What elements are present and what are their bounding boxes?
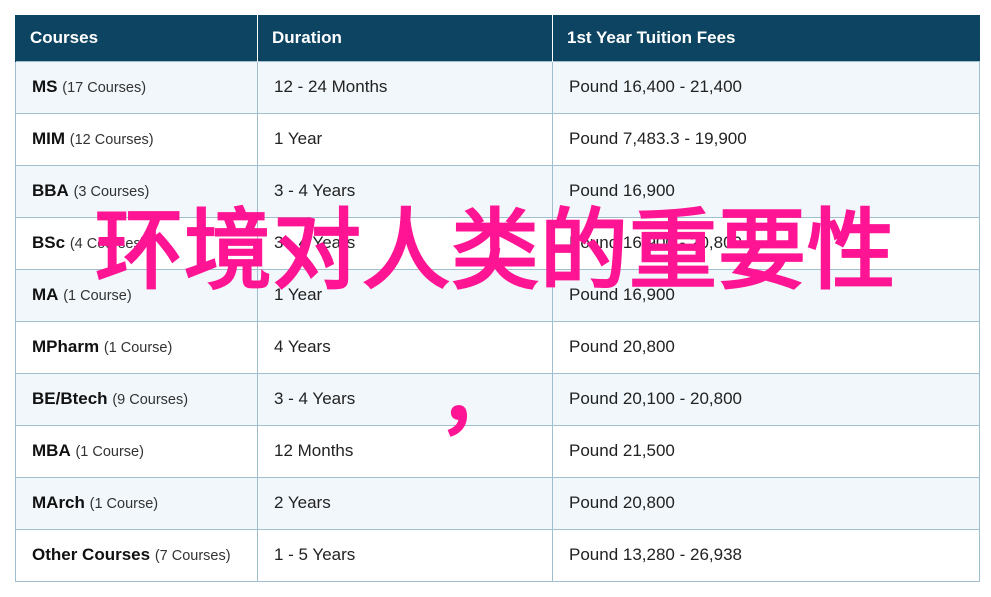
header-duration: Duration (257, 15, 553, 61)
table-row: MBA (1 Course) 12 Months Pound 21,500 (15, 424, 980, 478)
course-name: BE/Btech (32, 389, 108, 408)
course-cell: MPharm (1 Course) (15, 320, 258, 374)
duration-cell: 1 Year (257, 268, 553, 322)
course-count: (12 Courses) (69, 132, 154, 148)
page: Courses Duration 1st Year Tuition Fees M… (0, 0, 991, 597)
course-count: (1 Course) (103, 340, 173, 356)
fees-cell: Pound 16,900 - 20,800 (552, 216, 980, 270)
header-courses: Courses (15, 15, 258, 61)
course-count: (9 Courses) (112, 392, 189, 408)
header-fees: 1st Year Tuition Fees (552, 15, 980, 61)
course-count: (4 Courses) (69, 236, 146, 252)
course-count: (1 Course) (63, 288, 132, 304)
fees-cell: Pound 13,280 - 26,938 (552, 528, 980, 582)
table-row: MS (17 Courses) 12 - 24 Months Pound 16,… (15, 60, 980, 114)
duration-cell: 12 Months (257, 424, 553, 478)
fees-cell: Pound 20,800 (552, 476, 980, 530)
fees-cell: Pound 16,400 - 21,400 (552, 60, 980, 114)
course-cell: MA (1 Course) (15, 268, 258, 322)
course-cell: BE/Btech (9 Courses) (15, 372, 258, 426)
fees-cell: Pound 7,483.3 - 19,900 (552, 112, 980, 166)
course-count: (17 Courses) (62, 80, 147, 96)
duration-cell: 2 Years (257, 476, 553, 530)
course-cell: BSc (4 Courses) (15, 216, 258, 270)
course-name: MS (32, 77, 58, 96)
course-count: (1 Course) (75, 444, 144, 460)
duration-cell: 1 Year (257, 112, 553, 166)
duration-cell: 1 - 5 Years (257, 528, 553, 582)
course-count: (1 Course) (89, 496, 159, 512)
course-cell: Other Courses (7 Courses) (15, 528, 258, 582)
table-row: BBA (3 Courses) 3 - 4 Years Pound 16,900 (15, 164, 980, 218)
course-name: MPharm (32, 337, 100, 356)
table-row: MIM (12 Courses) 1 Year Pound 7,483.3 - … (15, 112, 980, 166)
table-row: BSc (4 Courses) 3 - 4 Years Pound 16,900… (15, 216, 980, 270)
fees-cell: Pound 21,500 (552, 424, 980, 478)
table-row: MArch (1 Course) 2 Years Pound 20,800 (15, 476, 980, 530)
table-row: BE/Btech (9 Courses) 3 - 4 Years Pound 2… (15, 372, 980, 426)
duration-cell: 3 - 4 Years (257, 164, 553, 218)
course-name: MArch (32, 493, 85, 512)
table-row: MPharm (1 Course) 4 Years Pound 20,800 (15, 320, 980, 374)
fees-cell: Pound 16,900 (552, 268, 980, 322)
fees-cell: Pound 20,800 (552, 320, 980, 374)
header-row: Courses Duration 1st Year Tuition Fees (15, 15, 980, 61)
course-name: MIM (32, 129, 66, 148)
course-cell: MS (17 Courses) (15, 60, 258, 114)
fees-cell: Pound 20,100 - 20,800 (552, 372, 980, 426)
course-cell: BBA (3 Courses) (15, 164, 258, 218)
table-row: Other Courses (7 Courses) 1 - 5 Years Po… (15, 528, 980, 582)
course-name: Other Courses (32, 545, 151, 564)
course-name: MBA (32, 441, 71, 460)
table-body: MS (17 Courses) 12 - 24 Months Pound 16,… (15, 60, 980, 582)
duration-cell: 3 - 4 Years (257, 216, 553, 270)
course-name: BBA (32, 181, 69, 200)
duration-cell: 4 Years (257, 320, 553, 374)
course-cell: MIM (12 Courses) (15, 112, 258, 166)
course-count: (7 Courses) (154, 548, 231, 564)
table-header: Courses Duration 1st Year Tuition Fees (15, 15, 980, 61)
table-row: MA (1 Course) 1 Year Pound 16,900 (15, 268, 980, 322)
fees-cell: Pound 16,900 (552, 164, 980, 218)
course-cell: MArch (1 Course) (15, 476, 258, 530)
course-name: BSc (32, 233, 66, 252)
tuition-fees-table: Courses Duration 1st Year Tuition Fees M… (15, 15, 980, 582)
course-cell: MBA (1 Course) (15, 424, 258, 478)
course-name: MA (32, 285, 59, 304)
course-count: (3 Courses) (73, 184, 150, 200)
duration-cell: 3 - 4 Years (257, 372, 553, 426)
duration-cell: 12 - 24 Months (257, 60, 553, 114)
